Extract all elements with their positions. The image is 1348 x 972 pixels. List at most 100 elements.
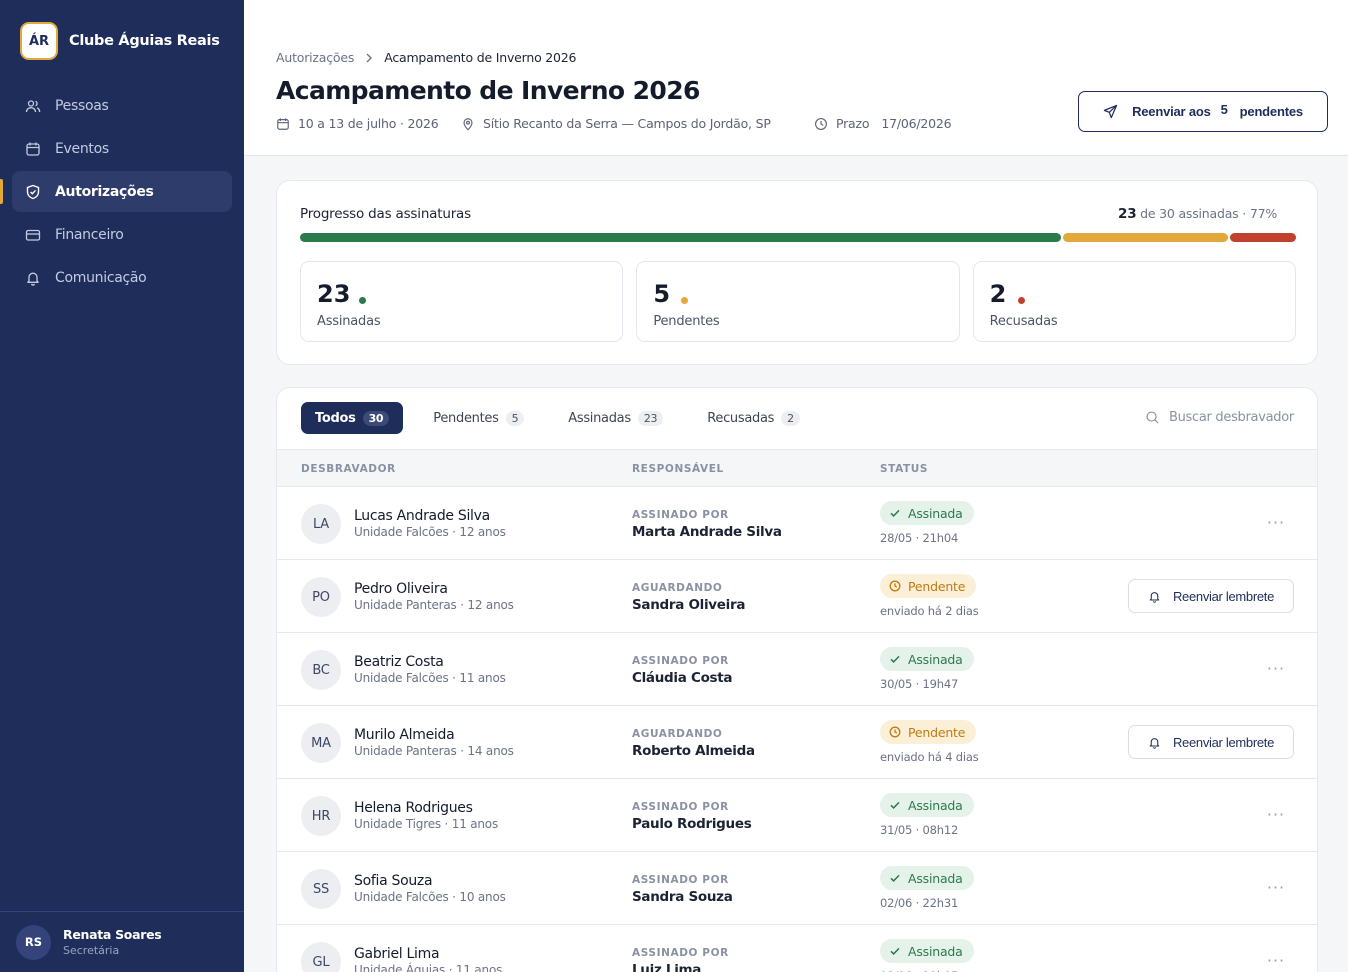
status-stats: 23 Assinadas 5 Pendentes 2 Recusadas	[300, 261, 1296, 342]
guardian-status-label: ASSINADO POR	[632, 655, 729, 667]
send-icon	[1103, 104, 1118, 119]
sidebar-item-autorizacoes[interactable]: Autorizações	[0, 171, 232, 212]
sidebar-nav: Pessoas Eventos Autorizações Financeiro …	[0, 85, 232, 300]
more-options-icon[interactable]: ···	[1265, 657, 1287, 679]
sidebar-item-pessoas[interactable]: Pessoas	[12, 85, 232, 126]
resend-reminder-button[interactable]: Reenviar lembrete	[1128, 579, 1294, 613]
status-time: 28/05 · 21h04	[880, 531, 959, 545]
user-profile[interactable]: RS Renata Soares Secretária	[0, 911, 244, 972]
avatar: BC	[301, 650, 341, 690]
member-unit: Unidade Panteras · 12 anos	[354, 598, 514, 612]
tab-assinadas[interactable]: Assinadas 23	[554, 402, 677, 434]
stat-card-assinadas[interactable]: 23 Assinadas	[300, 261, 624, 342]
progress-title: Progresso das assinaturas	[300, 206, 471, 222]
member-unit: Unidade Panteras · 14 anos	[354, 744, 514, 758]
signature-progress-card: Progresso das assinaturas 23 de 30 assin…	[276, 180, 1318, 365]
sidebar-item-label: Financeiro	[55, 226, 124, 243]
status-time: 30/05 · 19h47	[880, 677, 959, 691]
resend-all-count: 5	[1220, 102, 1228, 117]
progress-segment-refused	[1229, 233, 1296, 242]
table-row[interactable]: LA Lucas Andrade Silva Unidade Falcões ·…	[277, 487, 1317, 560]
calendar-icon	[26, 142, 40, 156]
deadline: Prazo 17/06/2026	[814, 116, 952, 131]
tab-todos[interactable]: Todos 30	[301, 402, 404, 434]
stat-card-pendentes[interactable]: 5 Pendentes	[636, 261, 960, 342]
tab-count-badge: 2	[781, 410, 800, 426]
brand[interactable]: ÁR Clube Águias Reais	[20, 22, 220, 60]
search-input[interactable]: Buscar desbravador	[1145, 410, 1294, 425]
more-options-icon[interactable]: ···	[1265, 803, 1287, 825]
status-badge-label: Pendente	[908, 724, 966, 740]
club-logo: ÁR	[20, 22, 58, 60]
status-filter-tabs: Todos 30 Pendentes 5 Assinadas 23 Recusa…	[301, 402, 830, 434]
status-badge: Pendente	[880, 574, 977, 598]
page-title: Acampamento de Inverno 2026	[276, 76, 700, 105]
avatar: GL	[301, 942, 341, 972]
page-header: Autorizações Acampamento de Inverno 2026…	[244, 0, 1348, 156]
check-icon	[890, 655, 900, 663]
more-options-icon[interactable]: ···	[1265, 511, 1287, 533]
event-dates-text: 10 a 13 de julho · 2026	[298, 116, 439, 131]
table-row[interactable]: SS Sofia Souza Unidade Falcões · 10 anos…	[277, 852, 1317, 925]
sidebar-item-financeiro[interactable]: Financeiro	[12, 214, 232, 255]
tab-pendentes[interactable]: Pendentes 5	[419, 402, 538, 434]
check-icon	[890, 509, 900, 517]
guardian-status-label: ASSINADO POR	[632, 509, 729, 521]
tab-label: Todos	[315, 410, 356, 426]
table-row[interactable]: MA Murilo Almeida Unidade Panteras · 14 …	[277, 706, 1317, 779]
table-row[interactable]: GL Gabriel Lima Unidade Águias · 11 anos…	[277, 925, 1317, 972]
status-dot	[1017, 297, 1025, 304]
member-name[interactable]: Helena Rodrigues	[354, 800, 473, 816]
sidebar-item-label: Eventos	[55, 140, 109, 157]
column-guardian: RESPONSÁVEL	[632, 463, 724, 475]
table-row[interactable]: BC Beatriz Costa Unidade Falcões · 11 an…	[277, 633, 1317, 706]
breadcrumb-parent[interactable]: Autorizações	[276, 50, 354, 65]
progress-summary: 23 de 30 assinadas · 77%	[1118, 206, 1277, 222]
stat-value: 5	[653, 280, 671, 308]
member-unit: Unidade Falcões · 10 anos	[354, 890, 506, 904]
bell-icon	[27, 272, 39, 286]
member-name[interactable]: Lucas Andrade Silva	[354, 508, 490, 524]
user-name: Renata Soares	[63, 927, 162, 942]
sidebar-item-comunicacao[interactable]: Comunicação	[12, 257, 232, 298]
member-unit: Unidade Falcões · 12 anos	[354, 525, 506, 539]
shield-check-icon	[26, 184, 40, 199]
progress-signed-count: 23	[1118, 206, 1137, 222]
resend-reminder-button[interactable]: Reenviar lembrete	[1128, 725, 1294, 759]
member-name[interactable]: Beatriz Costa	[354, 654, 444, 670]
more-options-icon[interactable]: ···	[1265, 949, 1287, 971]
user-role: Secretária	[63, 944, 120, 957]
status-time: 31/05 · 08h12	[880, 823, 959, 837]
more-options-icon[interactable]: ···	[1265, 876, 1287, 898]
member-name[interactable]: Pedro Oliveira	[354, 581, 448, 597]
member-name[interactable]: Murilo Almeida	[354, 727, 455, 743]
table-row[interactable]: HR Helena Rodrigues Unidade Tigres · 11 …	[277, 779, 1317, 852]
member-name[interactable]: Gabriel Lima	[354, 946, 440, 962]
table-row[interactable]: PO Pedro Oliveira Unidade Panteras · 12 …	[277, 560, 1317, 633]
progress-segment-signed	[300, 233, 1061, 242]
member-unit: Unidade Tigres · 11 anos	[354, 817, 499, 831]
tab-count-badge: 30	[362, 410, 390, 426]
people-icon	[25, 99, 41, 112]
table-header: DESBRAVADOR RESPONSÁVEL STATUS	[277, 449, 1317, 487]
status-time: enviado há 4 dias	[880, 750, 979, 764]
location-pin-icon	[463, 117, 473, 130]
resend-all-button[interactable]: Reenviar aos 5 pendentes	[1078, 91, 1328, 132]
tab-recusadas[interactable]: Recusadas 2	[693, 402, 814, 434]
sidebar-item-label: Autorizações	[55, 183, 154, 200]
sidebar-item-label: Comunicação	[55, 269, 147, 286]
clock-icon	[889, 726, 901, 738]
search-placeholder: Buscar desbravador	[1169, 410, 1294, 425]
avatar: SS	[301, 869, 341, 909]
calendar-icon	[277, 117, 289, 130]
resend-all-suffix: pendentes	[1239, 104, 1303, 119]
clock-icon	[889, 580, 901, 592]
tab-label: Pendentes	[433, 410, 499, 426]
progress-segment-pending	[1062, 233, 1228, 242]
progress-bar	[300, 233, 1296, 242]
sidebar-item-eventos[interactable]: Eventos	[12, 128, 232, 169]
member-name[interactable]: Sofia Souza	[354, 873, 433, 889]
stat-card-recusadas[interactable]: 2 Recusadas	[972, 261, 1296, 342]
check-icon	[890, 874, 900, 882]
guardian-name: Sandra Oliveira	[632, 597, 746, 613]
